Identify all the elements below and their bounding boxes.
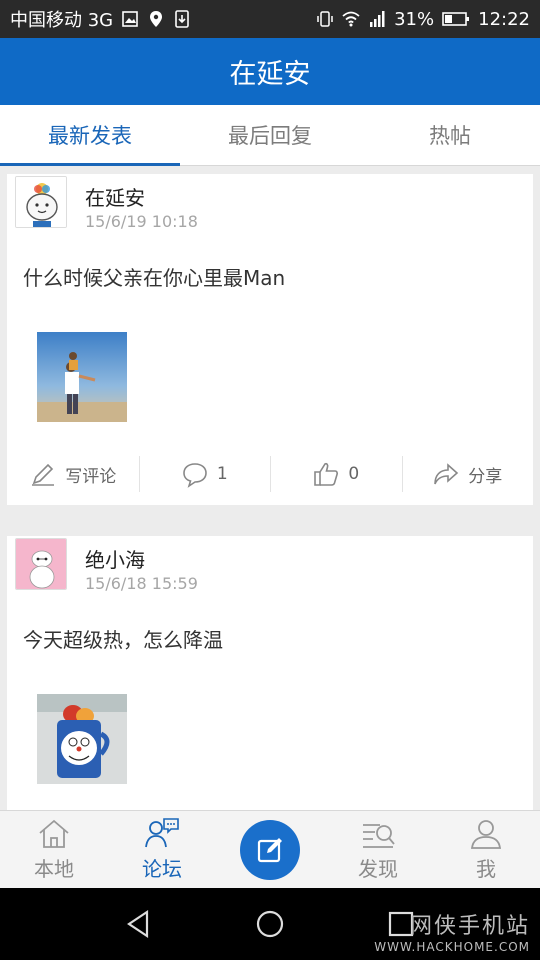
- nav-discover[interactable]: 发现: [324, 811, 432, 888]
- wifi-icon: [342, 10, 360, 28]
- status-bar: 中国移动 3G 31% 12:22: [0, 0, 540, 38]
- share-button[interactable]: 分享: [401, 456, 534, 492]
- download-notification-icon: [173, 10, 191, 28]
- app-header: 在延安: [0, 38, 540, 105]
- back-icon[interactable]: [121, 906, 157, 942]
- post-time: 15/6/18 15:59: [85, 574, 198, 593]
- author-name[interactable]: 在延安: [85, 182, 145, 211]
- compose-button[interactable]: [240, 819, 300, 880]
- nav-local-label: 本地: [34, 857, 74, 881]
- clock: 12:22: [478, 8, 530, 30]
- watermark-title: 网侠手机站: [409, 914, 530, 939]
- post-text[interactable]: 今天超级热，怎么降温: [23, 624, 223, 653]
- post-actions: 写评论 1 0 分享: [7, 443, 533, 505]
- location-icon: [147, 10, 165, 28]
- post-image-thumbnail[interactable]: [37, 694, 127, 784]
- discover-icon: [363, 824, 395, 848]
- nav-discover-label: 发现: [358, 857, 398, 881]
- vibrate-icon: [316, 10, 334, 28]
- battery-percent: 31%: [394, 8, 435, 30]
- write-comment-label: 写评论: [65, 466, 117, 487]
- nav-compose[interactable]: [216, 811, 324, 888]
- tab-hot-posts[interactable]: 热帖: [360, 105, 540, 165]
- nav-me[interactable]: 我: [432, 811, 540, 888]
- thumbs-up-icon: [314, 462, 339, 486]
- home-icon: [39, 819, 69, 848]
- nav-me-label: 我: [476, 857, 496, 881]
- profile-icon: [470, 820, 502, 849]
- author-name[interactable]: 绝小海: [85, 544, 145, 573]
- pencil-icon: [32, 463, 55, 486]
- watermark: 网侠手机站 WWW.HACKHOME.COM: [374, 908, 530, 954]
- nav-forum-label: 论坛: [142, 857, 182, 881]
- share-label: 分享: [468, 466, 503, 487]
- nav-local[interactable]: 本地: [0, 811, 108, 888]
- comment-count-button[interactable]: 1: [138, 456, 271, 492]
- tab-last-reply[interactable]: 最后回复: [180, 105, 360, 165]
- signal-icon: [368, 10, 386, 28]
- like-button[interactable]: 0: [270, 456, 402, 492]
- comment-bubble-icon: [183, 463, 207, 488]
- comment-count: 1: [216, 464, 228, 484]
- watermark-url: WWW.HACKHOME.COM: [374, 940, 530, 954]
- page-title: 在延安: [229, 59, 311, 90]
- bottom-navigation: 本地 论坛 发现 我: [0, 810, 540, 888]
- status-right: 31% 12:22: [316, 9, 530, 30]
- home-button-icon[interactable]: [252, 906, 288, 942]
- post-text[interactable]: 什么时候父亲在你心里最Man: [23, 262, 285, 291]
- forum-icon: [145, 818, 179, 848]
- battery-icon: [442, 10, 470, 28]
- post-card[interactable]: 绝小海 15/6/18 15:59 今天超级热，怎么降温: [7, 536, 533, 810]
- write-comment-button[interactable]: 写评论: [7, 456, 139, 492]
- avatar[interactable]: [15, 538, 67, 590]
- image-notification-icon: [121, 10, 139, 28]
- carrier-label: 中国移动 3G: [10, 10, 114, 31]
- post-image-thumbnail[interactable]: [37, 332, 127, 422]
- post-card[interactable]: 在延安 15/6/19 10:18 什么时候父亲在你心里最Man 写评论 1 0…: [7, 174, 533, 505]
- tab-bar: 最新发表 最后回复 热帖: [0, 105, 540, 166]
- compose-icon: [257, 837, 282, 862]
- nav-forum[interactable]: 论坛: [108, 811, 216, 888]
- tab-latest-posts[interactable]: 最新发表: [0, 105, 180, 166]
- post-time: 15/6/19 10:18: [85, 212, 198, 231]
- system-navigation-bar: 网侠手机站 WWW.HACKHOME.COM: [0, 888, 540, 960]
- post-feed[interactable]: 在延安 15/6/19 10:18 什么时候父亲在你心里最Man 写评论 1 0…: [0, 166, 540, 810]
- status-left: 中国移动 3G: [10, 6, 191, 32]
- like-count: 0: [348, 464, 360, 484]
- avatar[interactable]: [15, 176, 67, 228]
- share-arrow-icon: [434, 463, 459, 485]
